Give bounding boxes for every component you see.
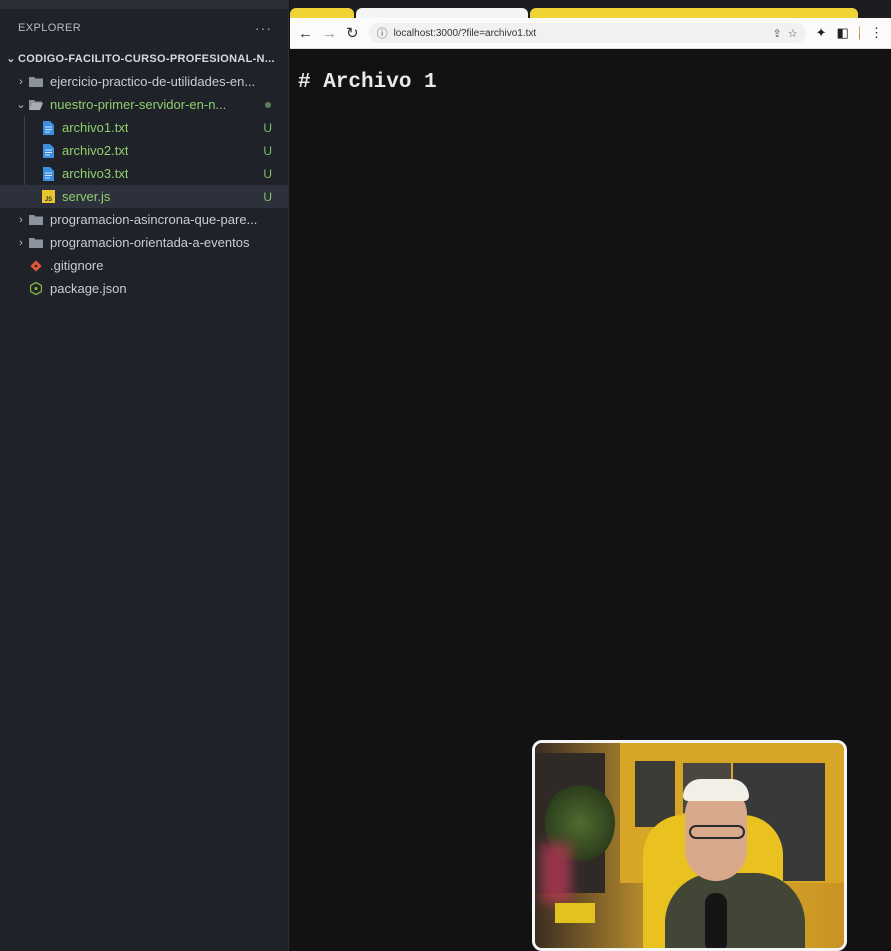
tree-item-folder[interactable]: › programacion-asincrona-que-pare... (0, 208, 288, 231)
side-panel-icon[interactable]: ◧ (836, 25, 848, 41)
text-file-icon (40, 120, 56, 135)
webcam-person-hair (683, 779, 749, 801)
microphone-icon (705, 893, 727, 948)
browser-menu-icon[interactable]: ⋮ (870, 25, 883, 41)
webcam-person-body (665, 873, 805, 948)
tree-item-label: programacion-asincrona-que-pare... (50, 212, 258, 227)
back-arrow-icon[interactable]: ← (298, 25, 313, 42)
chevron-right-icon: › (19, 236, 23, 249)
folder-icon (28, 213, 44, 227)
explorer-header: EXPLORER ··· (0, 9, 288, 47)
tree-item-folder[interactable]: › programacion-orientada-a-eventos (0, 231, 288, 254)
chevron-right-icon: › (19, 213, 23, 226)
page-content: # Archivo 1 (290, 49, 891, 94)
webcam-desk-item (555, 903, 595, 923)
project-root[interactable]: ⌄ CODIGO-FACILITO-CURSO-PROFESIONAL-N... (0, 47, 288, 70)
chevron-down-icon: ⌄ (6, 53, 16, 65)
text-file-icon (40, 166, 56, 181)
webcam-overlay (532, 740, 847, 951)
modified-dot-icon (265, 101, 271, 108)
site-info-icon[interactable]: ⓘ (377, 25, 388, 41)
browser-tab[interactable] (290, 8, 354, 18)
tree-item-label: server.js (62, 189, 111, 204)
share-icon[interactable]: ⇪ (772, 27, 781, 40)
browser-tab-active[interactable] (356, 8, 528, 18)
tree-item-folder[interactable]: › ejercicio-practico-de-utilidades-en... (0, 70, 288, 93)
extensions-puzzle-icon[interactable]: ✦ (816, 25, 827, 41)
tree-item-file[interactable]: .gitignore (0, 254, 288, 277)
explorer-title: EXPLORER (18, 22, 82, 34)
browser-toolbar: ← → ↻ ⓘ localhost:3000/?file=archivo1.tx… (290, 18, 891, 49)
webcam-lamp-glow (541, 843, 571, 903)
tree-item-label: programacion-orientada-a-eventos (50, 235, 250, 250)
javascript-file-icon: JS (40, 190, 56, 204)
git-file-icon (28, 259, 44, 273)
tree-item-file[interactable]: package.json (0, 277, 288, 300)
git-status-badge: U (263, 120, 272, 135)
reload-icon[interactable]: ↻ (346, 24, 359, 42)
tree-item-label: archivo3.txt (62, 166, 129, 181)
address-bar[interactable]: ⓘ localhost:3000/?file=archivo1.txt ⇪ ☆ (368, 23, 806, 43)
tree-item-label: .gitignore (50, 258, 104, 273)
chevron-down-icon: ⌄ (16, 99, 26, 111)
folder-icon (28, 75, 44, 89)
bookmark-star-icon[interactable]: ☆ (788, 27, 798, 40)
tree-item-label: archivo2.txt (62, 143, 129, 158)
chevron-right-icon: › (19, 75, 23, 88)
webcam-person-glasses (689, 825, 745, 839)
tree-item-label: package.json (50, 281, 127, 296)
tree-item-file[interactable]: archivo1.txt U (0, 116, 288, 139)
git-status-badge: U (263, 166, 272, 181)
folder-open-icon (28, 98, 44, 112)
browser-tab-strip (290, 0, 891, 18)
tree-item-file[interactable]: archivo3.txt U (0, 162, 288, 185)
text-file-icon (40, 143, 56, 158)
tree-item-label: nuestro-primer-servidor-en-n... (50, 97, 227, 112)
tree-item-file-selected[interactable]: JS server.js U (0, 185, 288, 208)
nodejs-file-icon (28, 282, 44, 296)
page-heading: # Archivo 1 (298, 71, 437, 94)
tree-item-file[interactable]: archivo2.txt U (0, 139, 288, 162)
explorer-sidebar: EXPLORER ··· ⌄ CODIGO-FACILITO-CURSO-PRO… (0, 0, 289, 951)
tree-item-label: archivo1.txt (62, 120, 129, 135)
more-actions-icon[interactable]: ··· (255, 20, 272, 36)
expanded-folder-children: archivo1.txt U archivo2.txt U archivo3.t… (0, 116, 288, 208)
tree-item-label: ejercicio-practico-de-utilidades-en... (50, 74, 256, 89)
git-status-badge: U (263, 143, 272, 158)
git-status-badge: U (263, 189, 272, 204)
profile-avatar[interactable] (858, 26, 860, 40)
url-text: localhost:3000/?file=archivo1.txt (393, 27, 537, 39)
folder-icon (28, 236, 44, 250)
svg-text:JS: JS (44, 197, 51, 203)
browser-tab[interactable] (530, 8, 858, 18)
forward-arrow-icon[interactable]: → (322, 25, 337, 42)
project-root-label: CODIGO-FACILITO-CURSO-PROFESIONAL-N... (18, 52, 275, 65)
sidebar-top-strip (0, 0, 288, 9)
tree-item-folder-expanded[interactable]: ⌄ nuestro-primer-servidor-en-n... (0, 93, 288, 116)
